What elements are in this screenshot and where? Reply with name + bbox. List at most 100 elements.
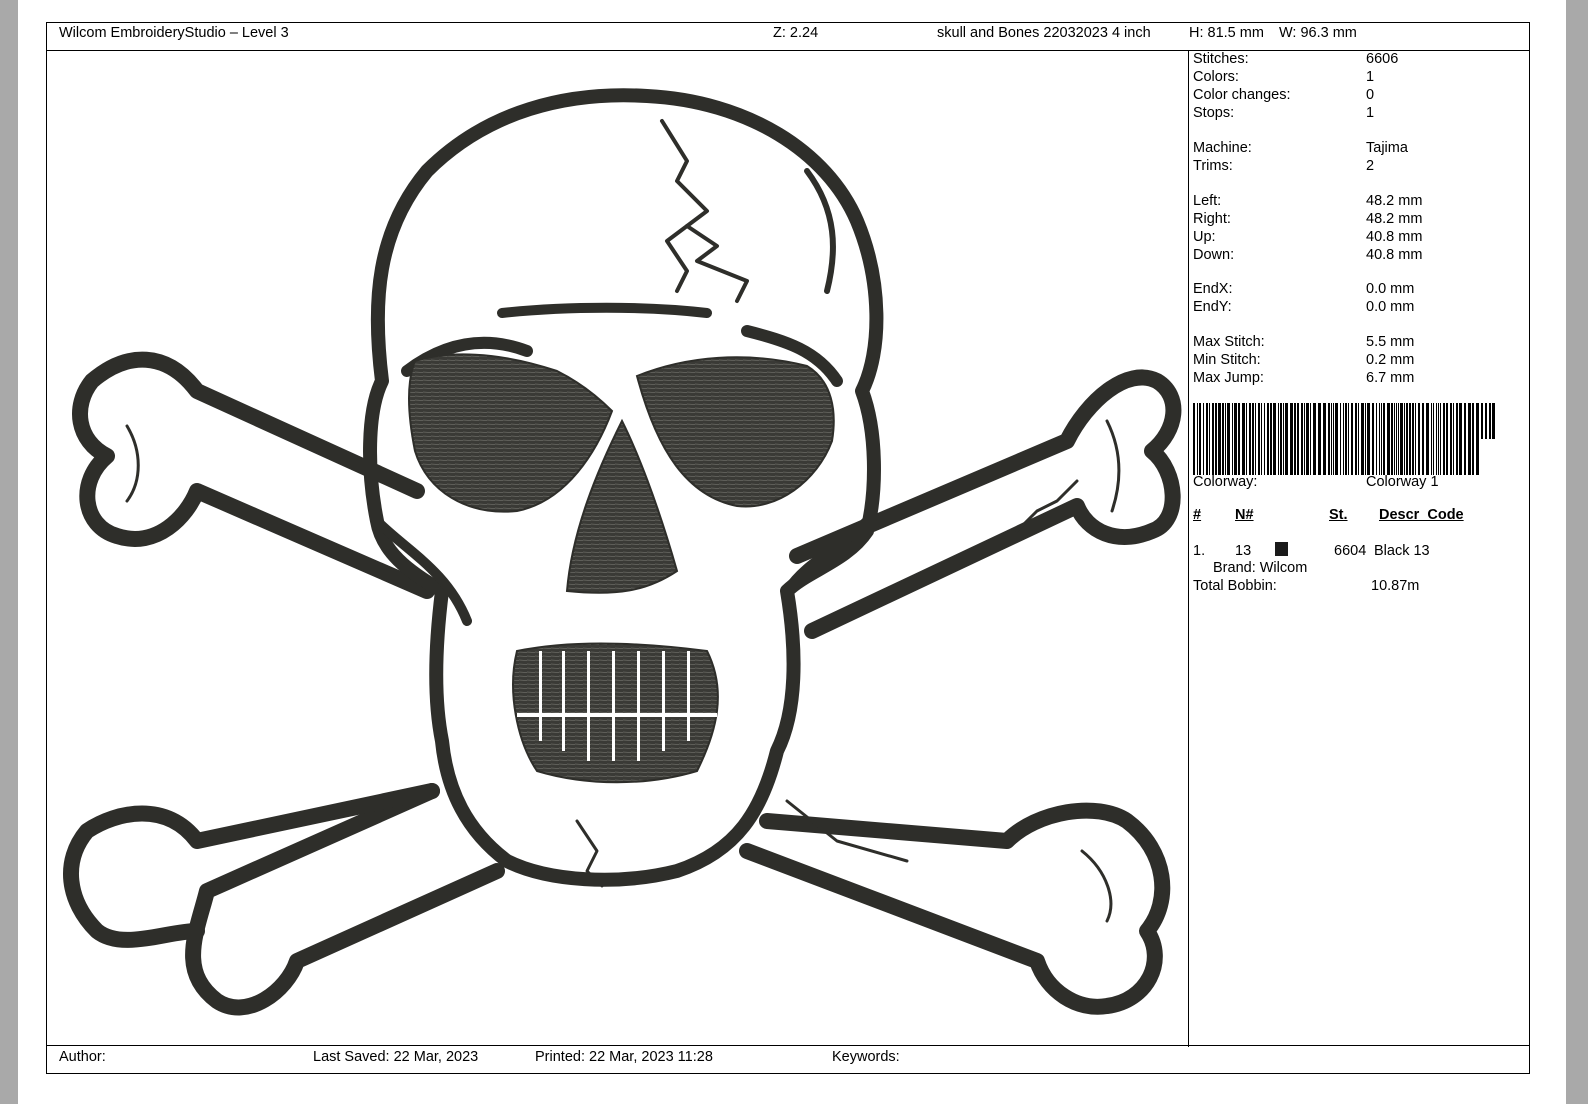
barcode-bar [1335,403,1338,475]
barcode-bar [1355,403,1357,475]
col-header-number: N# [1235,507,1254,523]
stat-max-jump: Max Jump: 6.7 mm [1193,370,1415,386]
row-brand: Brand: Wilcom [1213,560,1308,576]
barcode-bar [1365,403,1366,475]
barcode-bar [1431,403,1432,475]
barcode-bar [1199,403,1201,475]
barcode-bar [1197,403,1198,475]
barcode-bar [1412,403,1414,475]
barcode-bar [1215,403,1217,475]
barcode-bar [1209,403,1210,475]
col-header-stitches: St. [1329,507,1348,523]
skull-crossbones-embroidery [63,88,1182,1016]
barcode-bar [1280,403,1282,475]
design-name: skull and Bones 22032023 4 inch [937,25,1151,41]
barcode-bar [1333,403,1334,475]
printed-field: Printed: 22 Mar, 2023 11:28 [535,1049,713,1065]
stat-stitches: Stitches: 6606 [1193,51,1399,67]
barcode-bar [1283,403,1284,475]
barcode-bar [1218,403,1221,475]
barcode-bar [1450,403,1452,475]
barcode-bar [1246,403,1247,475]
barcode-bar [1476,403,1479,475]
barcode-bar [1227,403,1230,475]
barcode-bar [1261,403,1262,475]
barcode-bar [1264,403,1265,475]
barcode-bar [1358,403,1359,475]
total-bobbin-label: Total Bobbin: [1193,578,1277,594]
barcode-bar [1340,403,1341,475]
barcode-bar [1351,403,1353,475]
barcode-bar [1290,403,1293,475]
report-footer: Author: Last Saved: 22 Mar, 2023 Printed… [47,1045,1529,1073]
barcode-bar [1381,403,1382,475]
barcode-bar [1258,403,1260,475]
col-header-descr: Descr_Code [1379,507,1464,523]
col-header-index: # [1193,507,1202,523]
barcode-bar [1331,403,1332,475]
barcode-bar [1318,403,1321,475]
barcode-bar [1481,403,1483,439]
stat-machine: Machine: Tajima [1193,140,1408,156]
stat-stops: Stops: 1 [1193,105,1375,121]
total-bobbin-value: 10.87m [1371,578,1420,594]
barcode-bar [1459,403,1462,475]
barcode-bar [1440,403,1441,475]
barcode-bar [1406,403,1408,475]
app-title: Wilcom EmbroideryStudio – Level 3 [59,25,289,41]
barcode-bar [1418,403,1420,475]
barcode-bar [1391,403,1393,475]
barcode-bar [1394,403,1395,475]
stat-down: Down: 40.8 mm [1193,247,1423,263]
barcode-bar [1464,403,1466,475]
barcode-bar [1313,403,1316,475]
stat-max-stitch: Max Stitch: 5.5 mm [1193,334,1415,350]
barcode-bar [1301,403,1303,475]
stat-right: Right: 48.2 mm [1193,211,1423,227]
barcode-bar [1396,403,1397,475]
keywords-field: Keywords: [832,1049,900,1065]
barcode-bar [1232,403,1233,475]
barcode-bar [1443,403,1445,475]
barcode-bar [1273,403,1276,475]
barcode-bar [1270,403,1272,475]
barcode-bar [1278,403,1279,475]
barcode-bar [1398,403,1399,475]
barcode-bar [1426,403,1429,475]
barcode-bar [1485,403,1487,439]
barcode-bar [1433,403,1434,475]
barcode-bar [1193,403,1195,475]
barcode-bar [1372,403,1374,475]
barcode-bar [1323,403,1326,475]
barcode-bar [1242,403,1245,475]
barcode-bar [1489,403,1491,439]
barcode-bar [1376,403,1377,475]
stat-left: Left: 48.2 mm [1193,193,1423,209]
barcode-bar [1225,403,1226,475]
last-saved-field: Last Saved: 22 Mar, 2023 [313,1049,479,1065]
barcode-bar [1203,403,1204,475]
barcode-bar [1348,403,1349,475]
stat-endx: EndX: 0.0 mm [1193,281,1415,297]
barcode-bar [1252,403,1254,475]
design-width: W: 96.3 mm [1279,25,1357,41]
report-frame: Wilcom EmbroideryStudio – Level 3 Z: 2.2… [46,22,1530,1074]
barcode [1193,403,1495,475]
barcode-bar [1409,403,1411,475]
barcode-bar [1361,403,1364,475]
row-stitches: 6604 [1334,543,1367,559]
barcode-bar [1446,403,1448,475]
barcode-bar [1367,403,1370,475]
zoom-level: Z: 2.24 [773,25,819,41]
barcode-bar [1267,403,1269,475]
barcode-bar [1404,403,1405,475]
barcode-bar [1306,403,1309,475]
barcode-bar [1472,403,1474,475]
row-index: 1. [1193,543,1206,559]
barcode-bar [1285,403,1288,475]
barcode-bar [1310,403,1311,475]
design-height: H: 81.5 mm [1189,25,1264,41]
barcode-bar [1297,403,1299,475]
barcode-bar [1436,403,1437,475]
row-description: Black 13 [1374,543,1430,559]
